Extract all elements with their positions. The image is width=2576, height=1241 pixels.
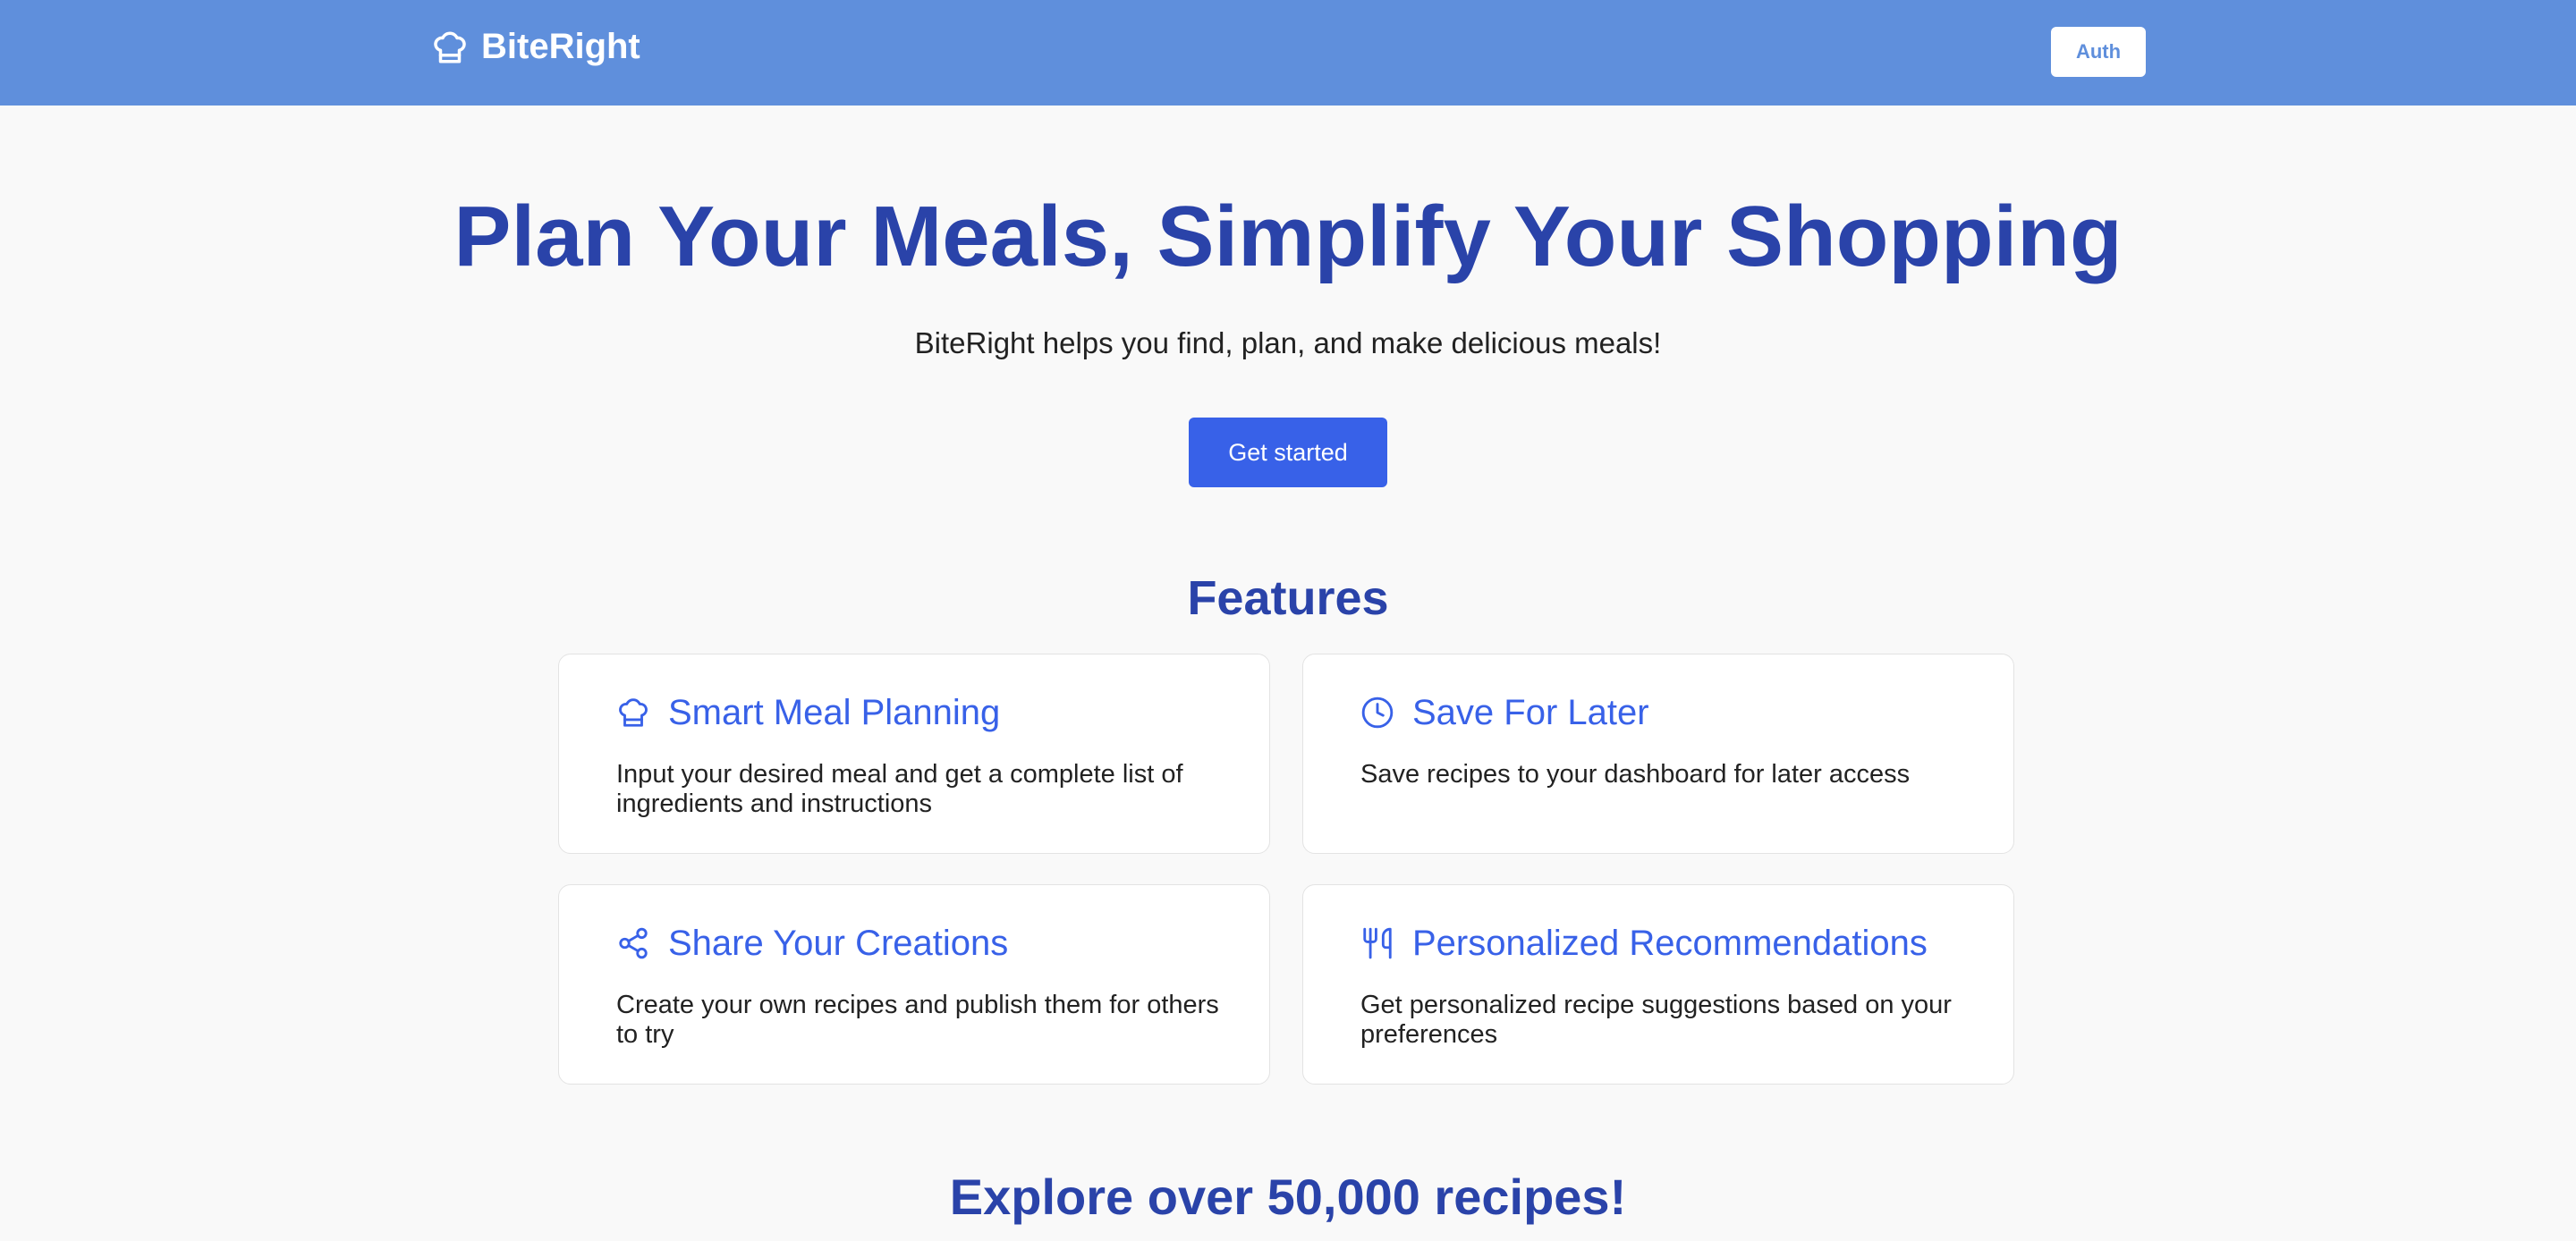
feature-description: Save recipes to your dashboard for later… xyxy=(1360,760,1911,789)
explore-title: Explore over 50,000 recipes! xyxy=(949,1169,1627,1225)
hero-subtitle: BiteRight helps you find, plan, and make… xyxy=(914,326,1662,359)
feature-title: Save For Later xyxy=(1412,693,1649,732)
feature-description: Get personalized recipe suggestions base… xyxy=(1360,991,1952,1049)
feature-description: Create your own recipes and publish them… xyxy=(616,991,1219,1049)
navbar: BiteRight Auth xyxy=(0,0,2576,106)
brand-name: BiteRight xyxy=(481,27,640,66)
feature-card-personalized-recommendations: Personalized Recommendations Get persona… xyxy=(1302,884,2014,1085)
features-title: Features xyxy=(1187,571,1389,625)
chef-hat-icon xyxy=(431,29,469,66)
auth-button[interactable]: Auth xyxy=(2051,27,2146,77)
feature-title: Smart Meal Planning xyxy=(668,693,1001,732)
get-started-button[interactable]: Get started xyxy=(1189,418,1387,487)
feature-card-smart-meal-planning: Smart Meal Planning Input your desired m… xyxy=(558,654,1270,854)
utensils-icon xyxy=(1360,926,1394,960)
feature-card-save-for-later: Save For Later Save recipes to your dash… xyxy=(1302,654,2014,854)
brand-link[interactable]: BiteRight xyxy=(431,27,640,67)
feature-title: Share Your Creations xyxy=(668,924,1009,963)
feature-title: Personalized Recommendations xyxy=(1412,924,1928,963)
share-icon xyxy=(616,926,650,960)
chef-hat-icon xyxy=(616,696,650,730)
clock-icon xyxy=(1360,696,1394,730)
feature-card-share-your-creations: Share Your Creations Create your own rec… xyxy=(558,884,1270,1085)
feature-description: Input your desired meal and get a comple… xyxy=(616,760,1183,818)
hero-title: Plan Your Meals, Simplify Your Shopping xyxy=(453,189,2123,284)
